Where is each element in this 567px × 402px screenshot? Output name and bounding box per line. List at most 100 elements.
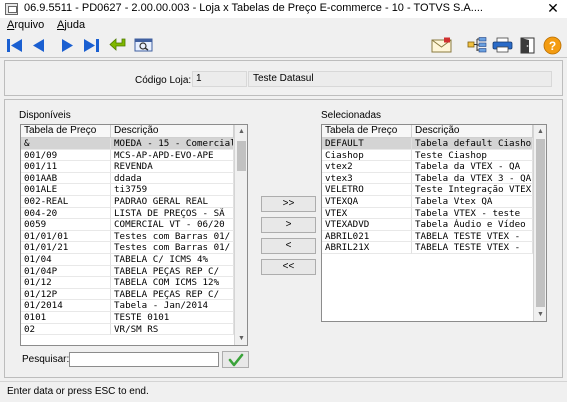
available-cell-table: 0059: [21, 219, 111, 231]
add-all-button[interactable]: >>: [261, 196, 316, 212]
selected-cell-description: Teste Ciashop: [412, 149, 533, 162]
add-button[interactable]: >: [261, 217, 316, 233]
available-col-table[interactable]: Tabela de Preço: [21, 125, 111, 138]
selected-cell-description: Tabela Vtex QA: [412, 196, 533, 208]
available-row[interactable]: 01/12P TABELA PEÇAS REP C/: [21, 288, 234, 301]
next-record-button[interactable]: [58, 36, 76, 54]
available-cell-table: 01/04: [21, 254, 111, 266]
app-window-icon: [5, 3, 18, 15]
scroll-up-icon[interactable]: ▲: [534, 125, 546, 138]
selected-title: Selecionadas: [321, 110, 382, 121]
available-cell-table: 001/11: [21, 161, 111, 173]
remove-all-button[interactable]: <<: [261, 259, 316, 275]
selected-row[interactable]: VTEXADVD Tabela Áudio e Vídeo: [322, 219, 533, 231]
selected-cell-table: ABRIL21X: [322, 242, 412, 254]
search-confirm-button[interactable]: [222, 351, 249, 368]
selected-cell-description: TABELA TESTE VTEX -: [412, 242, 533, 254]
available-col-description[interactable]: Descrição: [111, 125, 234, 138]
selected-row[interactable]: ABRIL21X TABELA TESTE VTEX -: [322, 242, 533, 254]
available-row[interactable]: 02 VR/SM RS: [21, 323, 234, 336]
available-list-header: Tabela de Preço Descrição: [21, 125, 234, 138]
selected-cell-description: Tabela VTEX - teste: [412, 207, 533, 220]
available-row[interactable]: & MOEDA - 15 - Comercial: [21, 138, 234, 150]
available-cell-description: Testes com Barras 01/: [111, 242, 234, 254]
last-record-button[interactable]: [82, 36, 100, 54]
first-record-button[interactable]: [5, 36, 23, 54]
remove-button[interactable]: <: [261, 238, 316, 254]
previous-record-button[interactable]: [29, 36, 47, 54]
available-row[interactable]: 01/04 TABELA C/ ICMS 4%: [21, 254, 234, 266]
search-window-button[interactable]: [133, 36, 153, 54]
selected-col-table[interactable]: Tabela de Preço: [322, 125, 412, 138]
print-button[interactable]: [491, 36, 513, 54]
available-cell-table: &: [21, 138, 111, 150]
selected-scroll-thumb[interactable]: [536, 139, 545, 307]
available-row[interactable]: 001ALE ti3759: [21, 184, 234, 196]
store-code-label: Código Loja:: [135, 75, 192, 86]
selected-cell-description: Teste Integração VTEX: [412, 184, 533, 196]
print-icon: [492, 37, 512, 53]
selected-row[interactable]: VELETRO Teste Integração VTEX: [322, 184, 533, 196]
available-row[interactable]: 01/2014 Tabela - Jan/2014: [21, 300, 234, 312]
available-cell-table: 001/09: [21, 149, 111, 162]
selected-row[interactable]: ABRIL021 TABELA TESTE VTEX -: [322, 230, 533, 243]
available-row[interactable]: 004-20 LISTA DE PREÇOS - SÃ: [21, 207, 234, 220]
checkmark-icon: [228, 353, 243, 366]
available-row[interactable]: 001/11 REVENDA: [21, 161, 234, 173]
store-name-field: Teste Datasul: [248, 71, 552, 87]
available-row[interactable]: 002-REAL PADRAO GERAL REAL: [21, 196, 234, 208]
selected-col-description[interactable]: Descrição: [412, 125, 533, 138]
scroll-up-icon[interactable]: ▲: [235, 125, 247, 138]
selected-cell-description: Tabela Áudio e Vídeo: [412, 219, 533, 231]
available-row[interactable]: 0059 COMERCIAL VT - 06/20: [21, 219, 234, 231]
menu-ajuda[interactable]: Ajuda: [57, 19, 85, 31]
selected-cell-description: TABELA TESTE VTEX -: [412, 230, 533, 243]
search-label: Pesquisar:: [22, 354, 70, 365]
selected-cell-table: vtex3: [322, 172, 412, 185]
selected-list[interactable]: Tabela de Preço Descrição DEFAULT Tabela …: [321, 124, 547, 322]
selected-list-header: Tabela de Preço Descrição: [322, 125, 533, 138]
available-row[interactable]: 0101 TESTE 0101: [21, 312, 234, 324]
selected-row[interactable]: DEFAULT Tabela default Ciashop: [322, 138, 533, 150]
title-bar: 06.9.5511 - PD0627 - 2.00.00.003 - Loja …: [0, 0, 567, 18]
available-row[interactable]: 01/04P TABELA PEÇAS REP C/: [21, 265, 234, 278]
available-cell-description: ddada: [111, 172, 234, 185]
selected-cell-description: Tabela default Ciashop: [412, 138, 533, 150]
available-cell-table: 0101: [21, 312, 111, 324]
previous-record-icon: [32, 38, 44, 52]
selected-scrollbar[interactable]: ▲ ▼: [533, 125, 546, 321]
exit-button[interactable]: [517, 36, 537, 54]
available-cell-table: 01/04P: [21, 265, 111, 278]
selected-cell-table: VTEX: [322, 207, 412, 220]
selected-row[interactable]: vtex2 Tabela da VTEX - QA: [322, 161, 533, 173]
selected-row[interactable]: Ciashop Teste Ciashop: [322, 149, 533, 162]
svg-text:?: ?: [548, 39, 555, 53]
available-row[interactable]: 001AAB ddada: [21, 172, 234, 185]
selected-cell-table: ABRIL021: [322, 230, 412, 243]
available-row[interactable]: 001/09 MCS-AP-APD-EVO-APE: [21, 149, 234, 162]
available-row[interactable]: 01/01/01 Testes com Barras 01/: [21, 230, 234, 243]
status-message: Enter data or press ESC to end.: [7, 386, 149, 397]
available-cell-description: TABELA PEÇAS REP C/: [111, 265, 234, 278]
help-button[interactable]: ?: [542, 36, 562, 54]
email-button[interactable]: [430, 36, 452, 54]
tree-button[interactable]: [466, 36, 488, 54]
selected-row[interactable]: VTEX Tabela VTEX - teste: [322, 207, 533, 220]
selected-row[interactable]: VTEXQA Tabela Vtex QA: [322, 196, 533, 208]
available-scrollbar[interactable]: ▲ ▼: [234, 125, 247, 345]
available-list[interactable]: Tabela de Preço Descrição & MOEDA - 15 - …: [20, 124, 248, 346]
first-record-icon: [6, 38, 22, 52]
scroll-down-icon[interactable]: ▼: [235, 332, 247, 345]
search-input[interactable]: [69, 352, 219, 367]
available-row[interactable]: 01/12 TABELA COM ICMS 12%: [21, 277, 234, 289]
back-button[interactable]: [108, 36, 130, 54]
menu-arquivo[interactable]: Arquivo: [7, 19, 44, 31]
selected-row[interactable]: vtex3 Tabela da VTEX 3 - QA: [322, 172, 533, 185]
available-cell-table: 02: [21, 323, 111, 336]
price-table-panel: Disponíveis Selecionadas Tabela de Preço…: [4, 99, 563, 378]
close-window-button[interactable]: ✕: [539, 0, 567, 18]
available-row[interactable]: 01/01/21 Testes com Barras 01/: [21, 242, 234, 254]
scroll-down-icon[interactable]: ▼: [534, 308, 546, 321]
available-scroll-thumb[interactable]: [237, 141, 246, 171]
selected-cell-description: Tabela da VTEX - QA: [412, 161, 533, 173]
